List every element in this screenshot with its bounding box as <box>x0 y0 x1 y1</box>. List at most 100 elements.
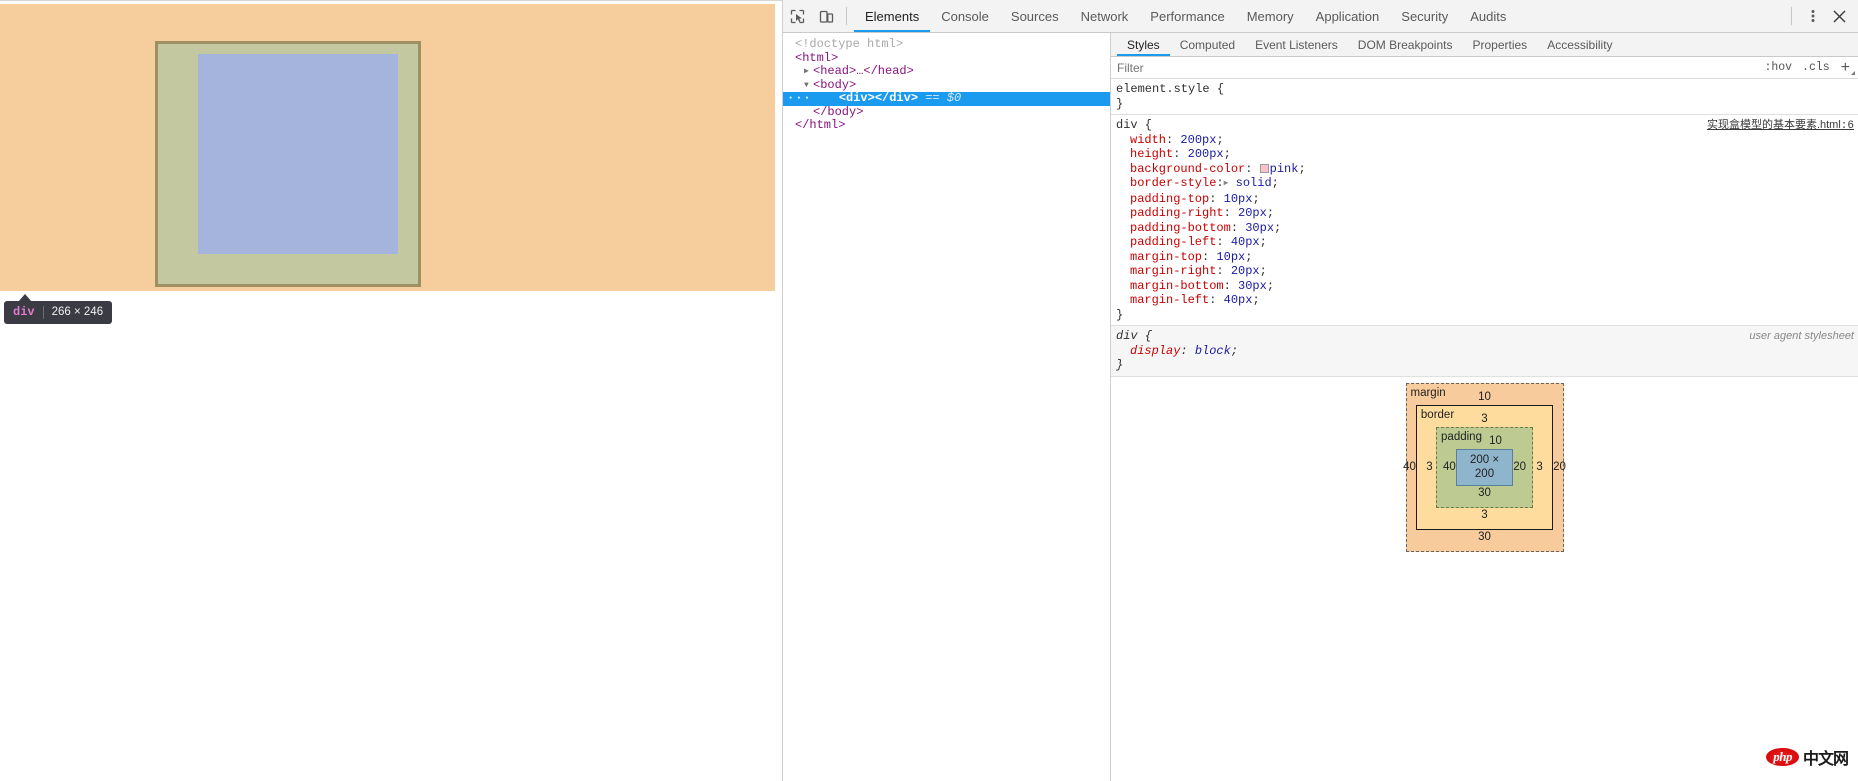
dom-row[interactable]: <!doctype html> <box>783 37 1110 52</box>
cls-toggle-button[interactable]: .cls <box>1797 61 1835 74</box>
tab-audits[interactable]: Audits <box>1459 0 1517 32</box>
css-declaration[interactable]: padding-bottom: 30px; <box>1116 221 1858 236</box>
box-model-border-bottom-value[interactable]: 3 <box>1481 509 1487 521</box>
box-model-border-top: border 3 <box>1421 409 1546 427</box>
css-value[interactable]: 40px <box>1224 293 1253 307</box>
css-declaration[interactable]: padding-top: 10px; <box>1116 192 1858 207</box>
tab-memory[interactable]: Memory <box>1236 0 1305 32</box>
dom-tree[interactable]: <!doctype html> <html> ▶ <head>…</head> ▼… <box>783 33 1111 781</box>
tab-security[interactable]: Security <box>1390 0 1459 32</box>
css-declaration[interactable]: border-style:▶ solid; <box>1116 176 1858 192</box>
box-model-padding-top-value[interactable]: 10 <box>1489 435 1502 447</box>
plus-icon: + <box>1840 58 1850 76</box>
css-declaration[interactable]: margin-bottom: 30px; <box>1116 279 1858 294</box>
css-value[interactable]: 200px <box>1180 133 1216 147</box>
tab-audits-label: Audits <box>1470 8 1507 24</box>
new-style-rule-button[interactable]: + <box>1835 58 1858 76</box>
tab-accessibility[interactable]: Accessibility <box>1537 33 1622 56</box>
css-source-link[interactable]: 实现盒模型的基本要素.html:6 <box>1707 118 1854 134</box>
css-declaration[interactable]: padding-left: 40px; <box>1116 235 1858 250</box>
css-declaration[interactable]: margin-right: 20px; <box>1116 264 1858 279</box>
css-declaration[interactable]: margin-left: 40px; <box>1116 293 1858 308</box>
expand-triangle-icon[interactable]: ▶ <box>804 65 813 79</box>
css-declaration[interactable]: width: 200px; <box>1116 133 1858 148</box>
dom-row[interactable]: </html> <box>783 118 1110 133</box>
device-toolbar-icon[interactable] <box>812 0 841 32</box>
box-model-padding-left-value[interactable]: 40 <box>1443 460 1456 475</box>
box-model-padding[interactable]: padding 10 40 200 × 200 20 30 <box>1436 426 1533 508</box>
css-property[interactable]: margin-right <box>1130 264 1216 278</box>
page-viewport: div 266 × 246 <box>0 0 782 781</box>
tab-computed[interactable]: Computed <box>1170 33 1245 56</box>
css-property[interactable]: margin-top <box>1130 250 1202 264</box>
box-model-margin-top-value[interactable]: 10 <box>1478 391 1491 403</box>
css-declaration[interactable]: background-color: pink; <box>1116 162 1858 177</box>
css-rule-element-style[interactable]: element.style { } <box>1111 79 1858 115</box>
close-icon[interactable] <box>1826 3 1852 29</box>
css-value[interactable]: 40px <box>1231 235 1260 249</box>
box-model-border-top-value[interactable]: 3 <box>1481 413 1487 425</box>
box-model-padding-bottom-value[interactable]: 30 <box>1478 487 1491 499</box>
css-property[interactable]: margin-left <box>1130 293 1209 307</box>
box-model-padding-right-value[interactable]: 20 <box>1513 460 1526 475</box>
tab-network[interactable]: Network <box>1070 0 1140 32</box>
tab-application[interactable]: Application <box>1305 0 1391 32</box>
box-model-diagram[interactable]: margin 10 40 border 3 3 padding 10 40 20… <box>1403 382 1566 552</box>
css-declaration[interactable]: padding-right: 20px; <box>1116 206 1858 221</box>
tab-sources[interactable]: Sources <box>1000 0 1070 32</box>
css-declaration[interactable]: margin-top: 10px; <box>1116 250 1858 265</box>
css-value[interactable]: 10px <box>1224 192 1253 206</box>
css-value[interactable]: 20px <box>1231 264 1260 278</box>
css-value[interactable]: 30px <box>1245 221 1274 235</box>
css-property[interactable]: padding-right <box>1130 206 1224 220</box>
css-rules-list: element.style { } 实现盒模型的基本要素.html:6 div … <box>1111 79 1858 781</box>
css-property[interactable]: height <box>1130 147 1173 161</box>
css-value[interactable]: 200px <box>1188 147 1224 161</box>
box-model-margin-bottom-value[interactable]: 30 <box>1478 531 1491 543</box>
tab-dom-breakpoints[interactable]: DOM Breakpoints <box>1348 33 1463 56</box>
box-model-margin[interactable]: margin 10 40 border 3 3 padding 10 40 20… <box>1403 382 1566 552</box>
dom-row[interactable]: ▼ <body> <box>783 78 1110 93</box>
css-value[interactable]: 20px <box>1238 206 1267 220</box>
box-model-border[interactable]: border 3 3 padding 10 40 200 × 200 20 30… <box>1415 404 1554 530</box>
inspect-cursor-icon[interactable] <box>783 0 812 32</box>
css-value[interactable]: pink <box>1270 162 1299 176</box>
box-model-margin-right-value[interactable]: 20 <box>1553 460 1566 475</box>
dom-row[interactable]: <html> <box>783 51 1110 66</box>
dom-row[interactable]: ▶ <head>…</head> <box>783 64 1110 79</box>
css-property: display <box>1130 343 1181 358</box>
css-property[interactable]: width <box>1130 133 1166 147</box>
tab-event-listeners[interactable]: Event Listeners <box>1245 33 1348 56</box>
css-property[interactable]: padding-left <box>1130 235 1216 249</box>
css-declaration[interactable]: height: 200px; <box>1116 147 1858 162</box>
css-selector[interactable]: element.style { <box>1116 82 1858 97</box>
css-rule-div-author[interactable]: 实现盒模型的基本要素.html:6 div { width: 200px; he… <box>1111 115 1858 326</box>
css-property[interactable]: padding-bottom <box>1130 221 1231 235</box>
tab-properties[interactable]: Properties <box>1462 33 1537 56</box>
css-value[interactable]: solid <box>1236 176 1272 190</box>
tab-styles[interactable]: Styles <box>1117 33 1170 56</box>
box-model-border-right-value[interactable]: 3 <box>1533 460 1546 475</box>
tab-performance[interactable]: Performance <box>1139 0 1235 32</box>
dom-collapsed-ellipsis[interactable]: ··· <box>783 91 814 106</box>
css-value[interactable]: 10px <box>1216 250 1245 264</box>
box-model-border-left-value[interactable]: 3 <box>1423 460 1436 475</box>
css-value[interactable]: 30px <box>1238 279 1267 293</box>
collapse-triangle-icon[interactable]: ▼ <box>804 79 813 93</box>
box-model-margin-left-value[interactable]: 40 <box>1403 460 1416 475</box>
color-swatch-icon[interactable] <box>1259 163 1269 173</box>
tab-memory-label: Memory <box>1246 8 1294 24</box>
css-property[interactable]: padding-top <box>1130 192 1209 206</box>
box-model-content[interactable]: 200 × 200 <box>1455 448 1514 486</box>
css-property[interactable]: margin-bottom <box>1130 279 1224 293</box>
dom-row[interactable]: </body> <box>783 105 1110 120</box>
kebab-menu-icon[interactable] <box>1800 3 1826 29</box>
css-property[interactable]: border-style <box>1130 176 1216 190</box>
hov-toggle-button[interactable]: :hov <box>1759 61 1797 74</box>
dom-row-selected[interactable]: ··· <div></div> == $0 <box>783 91 1110 106</box>
tab-elements[interactable]: Elements <box>854 0 931 32</box>
filter-input[interactable] <box>1111 60 1760 75</box>
box-model-border-bottom: 3 <box>1423 508 1546 523</box>
css-property[interactable]: background-color <box>1130 162 1245 176</box>
tab-console[interactable]: Console <box>930 0 1000 32</box>
